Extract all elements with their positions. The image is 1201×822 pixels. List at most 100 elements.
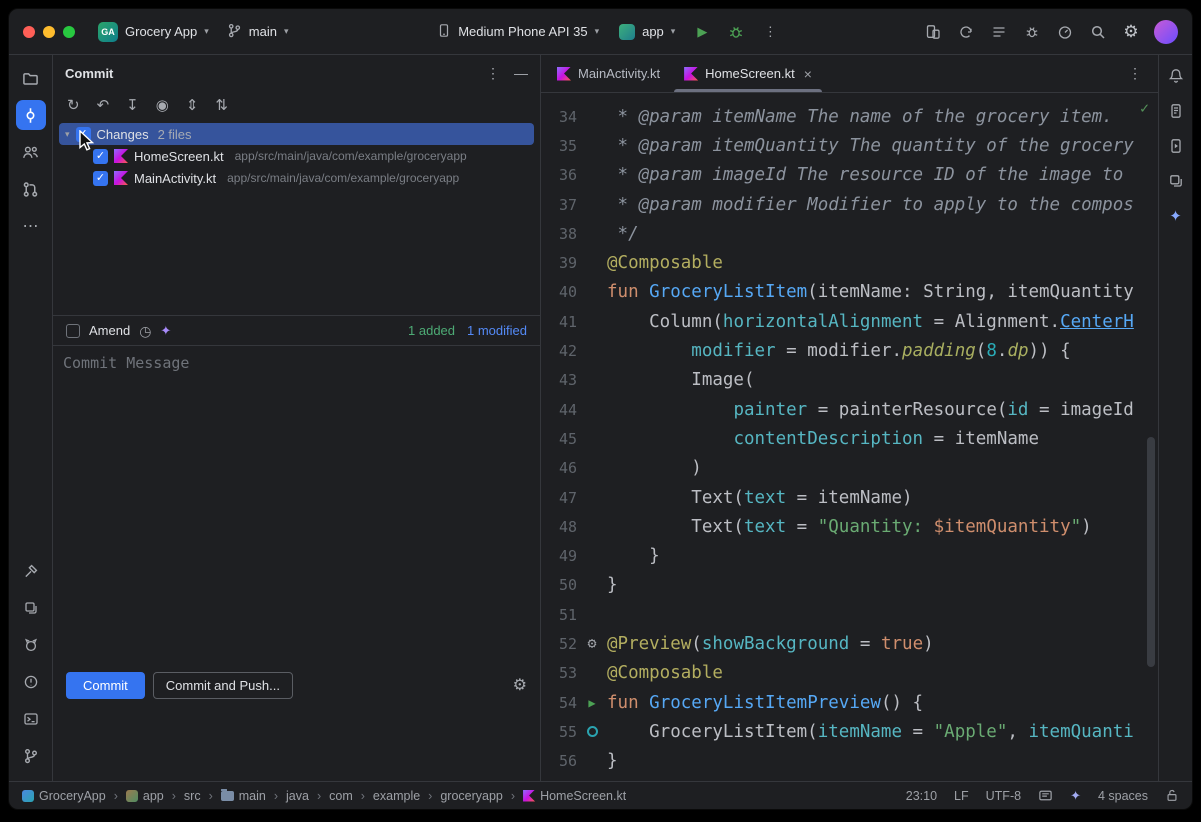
file-row[interactable]: ✓ HomeScreen.kt app/src/main/java/com/ex… bbox=[59, 145, 534, 167]
file-row[interactable]: ✓ MainActivity.kt app/src/main/java/com/… bbox=[59, 167, 534, 189]
commit-options-gear-icon[interactable]: ⚙ bbox=[513, 675, 527, 695]
breadcrumb-item[interactable]: example bbox=[373, 789, 420, 803]
code-line[interactable]: 45 contentDescription = itemName bbox=[541, 424, 1158, 453]
code-line[interactable]: 40fun GroceryListItem(itemName: String, … bbox=[541, 278, 1158, 307]
changes-checkbox[interactable]: ✓ bbox=[76, 127, 91, 142]
breadcrumb-item[interactable]: groceryapp bbox=[440, 789, 503, 803]
code-line[interactable]: 34 * @param itemName The name of the gro… bbox=[541, 102, 1158, 131]
rollback-icon[interactable]: ↶ bbox=[97, 96, 110, 114]
gutter[interactable]: ▶ bbox=[577, 697, 607, 709]
ai-commit-message-icon[interactable]: ✦ bbox=[160, 324, 171, 337]
inspections-ok-icon[interactable]: ✓ bbox=[1140, 99, 1149, 117]
file-checkbox[interactable]: ✓ bbox=[93, 171, 108, 186]
code-line[interactable]: 44 painter = painterResource(id = imageI… bbox=[541, 395, 1158, 424]
code-line[interactable]: 48 Text(text = "Quantity: $itemQuantity"… bbox=[541, 512, 1158, 541]
people-icon[interactable] bbox=[16, 137, 46, 167]
breadcrumb-item[interactable]: com bbox=[329, 789, 353, 803]
code-line[interactable]: 54▶fun GroceryListItemPreview() { bbox=[541, 688, 1158, 717]
commit-tool-icon[interactable] bbox=[16, 100, 46, 130]
breadcrumb-item[interactable]: HomeScreen.kt bbox=[523, 789, 626, 803]
expand-all-icon[interactable]: ⇕ bbox=[186, 96, 199, 114]
code-line[interactable]: 37 * @param modifier Modifier to apply t… bbox=[541, 190, 1158, 219]
chevron-down-icon[interactable]: ▾ bbox=[65, 130, 70, 139]
commit-message-input[interactable] bbox=[63, 354, 530, 581]
panel-options-icon[interactable]: ⋮ bbox=[486, 65, 500, 82]
breadcrumb-item[interactable]: java bbox=[286, 789, 309, 803]
search-icon[interactable] bbox=[1084, 18, 1112, 46]
version-control-icon[interactable] bbox=[16, 741, 46, 771]
breadcrumb-item[interactable]: main bbox=[221, 789, 266, 803]
code-line[interactable]: 49 } bbox=[541, 541, 1158, 570]
gemini-icon[interactable]: ✦ bbox=[1163, 203, 1189, 229]
more-actions-icon[interactable]: ⋮ bbox=[756, 18, 784, 46]
more-tools-icon[interactable]: ⋯ bbox=[16, 211, 46, 241]
running-devices-icon[interactable] bbox=[1163, 133, 1189, 159]
problems-icon[interactable] bbox=[16, 667, 46, 697]
run-preview-icon[interactable]: ▶ bbox=[588, 697, 595, 709]
ai-status-icon[interactable]: ✦ bbox=[1070, 788, 1081, 804]
settings-icon[interactable]: ⚙ bbox=[1117, 18, 1145, 46]
title-bar[interactable]: GA Grocery App ▾ main ▾ Medium Phone API… bbox=[9, 9, 1192, 55]
code-line[interactable]: 46 ) bbox=[541, 454, 1158, 483]
gutter[interactable] bbox=[577, 726, 607, 737]
commit-and-push-button[interactable]: Commit and Push... bbox=[153, 672, 293, 699]
code-line[interactable]: 51 bbox=[541, 600, 1158, 629]
code-editor[interactable]: 34 * @param itemName The name of the gro… bbox=[541, 93, 1158, 781]
added-count-link[interactable]: 1 added bbox=[408, 323, 455, 338]
shelve-icon[interactable]: ↧ bbox=[126, 96, 139, 114]
build-icon[interactable] bbox=[16, 556, 46, 586]
tab-options-icon[interactable]: ⋮ bbox=[1112, 55, 1158, 92]
collapse-all-icon[interactable]: ⇅ bbox=[215, 96, 228, 114]
logcat-icon[interactable] bbox=[16, 630, 46, 660]
avatar[interactable] bbox=[1154, 20, 1178, 44]
diff-preview-icon[interactable]: ◉ bbox=[156, 96, 169, 114]
code-line[interactable]: 47 Text(text = itemName) bbox=[541, 483, 1158, 512]
breadcrumb-item[interactable]: GroceryApp bbox=[22, 789, 106, 803]
code-line[interactable]: 35 * @param itemQuantity The quantity of… bbox=[541, 131, 1158, 160]
file-checkbox[interactable]: ✓ bbox=[93, 149, 108, 164]
code-line[interactable]: 52⚙@Preview(showBackground = true) bbox=[541, 629, 1158, 658]
code-line[interactable]: 41 Column(horizontalAlignment = Alignmen… bbox=[541, 307, 1158, 336]
device-mirroring-icon[interactable] bbox=[919, 18, 947, 46]
code-line[interactable]: 53@Composable bbox=[541, 659, 1158, 688]
gradle-sync-icon[interactable] bbox=[952, 18, 980, 46]
project-tool-icon[interactable] bbox=[16, 63, 46, 93]
code-line[interactable]: 50} bbox=[541, 571, 1158, 600]
line-separator[interactable]: LF bbox=[954, 789, 969, 803]
pull-requests-icon[interactable] bbox=[16, 174, 46, 204]
file-encoding[interactable]: UTF-8 bbox=[986, 789, 1021, 803]
code-line[interactable]: 42 modifier = modifier.padding(8.dp)) { bbox=[541, 336, 1158, 365]
tab-mainactivity[interactable]: MainActivity.kt bbox=[545, 55, 672, 92]
minimize-window-button[interactable] bbox=[43, 26, 55, 38]
debug-button[interactable] bbox=[722, 18, 750, 46]
code-line[interactable]: 43 Image( bbox=[541, 366, 1158, 395]
run-button[interactable]: ▶ bbox=[688, 18, 716, 46]
hide-panel-icon[interactable]: — bbox=[514, 65, 528, 82]
reader-mode-icon[interactable] bbox=[1038, 788, 1053, 803]
notifications-icon[interactable] bbox=[1163, 63, 1189, 89]
commit-button[interactable]: Commit bbox=[66, 672, 145, 699]
caret-position[interactable]: 23:10 bbox=[906, 789, 937, 803]
breadcrumb-item[interactable]: src bbox=[184, 789, 201, 803]
profiler-icon[interactable] bbox=[1051, 18, 1079, 46]
refresh-icon[interactable]: ↻ bbox=[67, 96, 80, 114]
gutter[interactable]: ⚙ bbox=[577, 636, 607, 651]
build-variants-icon[interactable] bbox=[985, 18, 1013, 46]
tab-homescreen[interactable]: HomeScreen.kt × bbox=[672, 55, 824, 92]
breadcrumb-item[interactable]: app bbox=[126, 789, 164, 803]
preview-settings-icon[interactable]: ⚙ bbox=[587, 636, 596, 651]
history-icon[interactable]: ◷ bbox=[139, 324, 151, 338]
project-selector[interactable]: GA Grocery App ▾ bbox=[91, 18, 216, 46]
changes-root-row[interactable]: ▾ ✓ Changes 2 files bbox=[59, 123, 534, 145]
code-line[interactable]: 36 * @param imageId The resource ID of t… bbox=[541, 161, 1158, 190]
editor-scrollbar[interactable] bbox=[1147, 437, 1155, 667]
app-inspection-icon[interactable] bbox=[1018, 18, 1046, 46]
close-tab-icon[interactable]: × bbox=[804, 66, 812, 82]
amend-checkbox[interactable] bbox=[66, 324, 80, 338]
code-line[interactable]: 39@Composable bbox=[541, 248, 1158, 277]
close-window-button[interactable] bbox=[23, 26, 35, 38]
indent-setting[interactable]: 4 spaces bbox=[1098, 789, 1148, 803]
compose-preview-icon[interactable] bbox=[587, 726, 598, 737]
code-line[interactable]: 56} bbox=[541, 747, 1158, 776]
code-line[interactable]: 55 GroceryListItem(itemName = "Apple", i… bbox=[541, 717, 1158, 746]
